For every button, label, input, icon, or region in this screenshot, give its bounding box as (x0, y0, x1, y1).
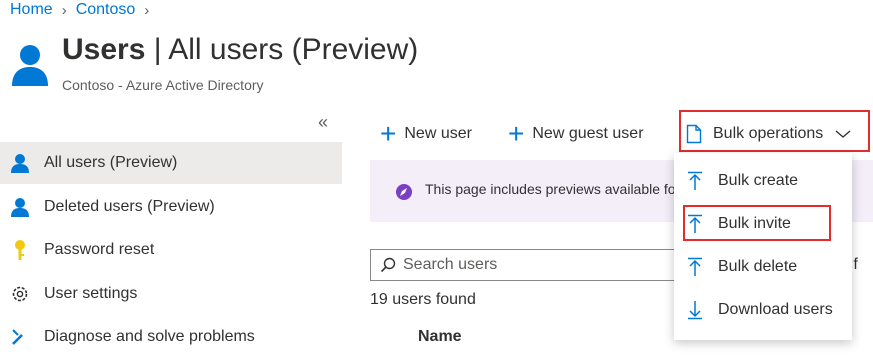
breadcrumb: Home › Contoso › (10, 0, 158, 20)
breadcrumb-contoso-link[interactable]: Contoso (76, 1, 136, 19)
bulk-invite-highlight (683, 205, 831, 241)
download-users-item[interactable]: Download users (674, 290, 852, 330)
collapse-sidebar-button[interactable]: « (318, 112, 328, 133)
sidebar-item-all-users[interactable]: All users (Preview) (0, 142, 342, 184)
download-icon (684, 300, 706, 320)
search-icon (380, 257, 396, 273)
breadcrumb-home-link[interactable]: Home (10, 1, 53, 19)
chevron-right-icon: › (144, 1, 150, 19)
chevron-right-icon: › (61, 1, 67, 19)
sidebar-item-diagnose[interactable]: Diagnose and solve problems (0, 316, 342, 358)
user-icon (9, 196, 31, 218)
upload-icon (684, 171, 706, 191)
user-icon (9, 152, 31, 174)
new-user-button[interactable]: + New user (380, 118, 472, 150)
page-subtitle: Contoso - Azure Active Directory (62, 77, 264, 93)
plus-icon: + (508, 118, 525, 149)
page-title: Users | All users (Preview) (62, 33, 419, 66)
rocket-icon (395, 183, 413, 206)
sidebar-item-deleted-users[interactable]: Deleted users (Preview) (0, 186, 342, 228)
users-found-count: 19 users found (370, 291, 476, 308)
upload-icon (684, 257, 706, 277)
key-icon (9, 239, 31, 261)
gear-icon (9, 283, 31, 305)
bulk-create-item[interactable]: Bulk create (674, 161, 852, 201)
new-guest-user-button[interactable]: + New guest user (508, 118, 644, 150)
sidebar-item-user-settings[interactable]: User settings (0, 273, 342, 315)
wrench-icon (9, 326, 31, 348)
sidebar-item-password-reset[interactable]: Password reset (0, 229, 342, 271)
bulk-delete-item[interactable]: Bulk delete (674, 247, 852, 287)
bulk-operations-menu: Bulk create Bulk invite Bulk delete Down… (674, 153, 852, 340)
plus-icon: + (380, 118, 397, 149)
users-avatar-icon (12, 45, 48, 86)
name-column-header[interactable]: Name (418, 328, 462, 346)
bulk-operations-highlight (679, 110, 870, 152)
